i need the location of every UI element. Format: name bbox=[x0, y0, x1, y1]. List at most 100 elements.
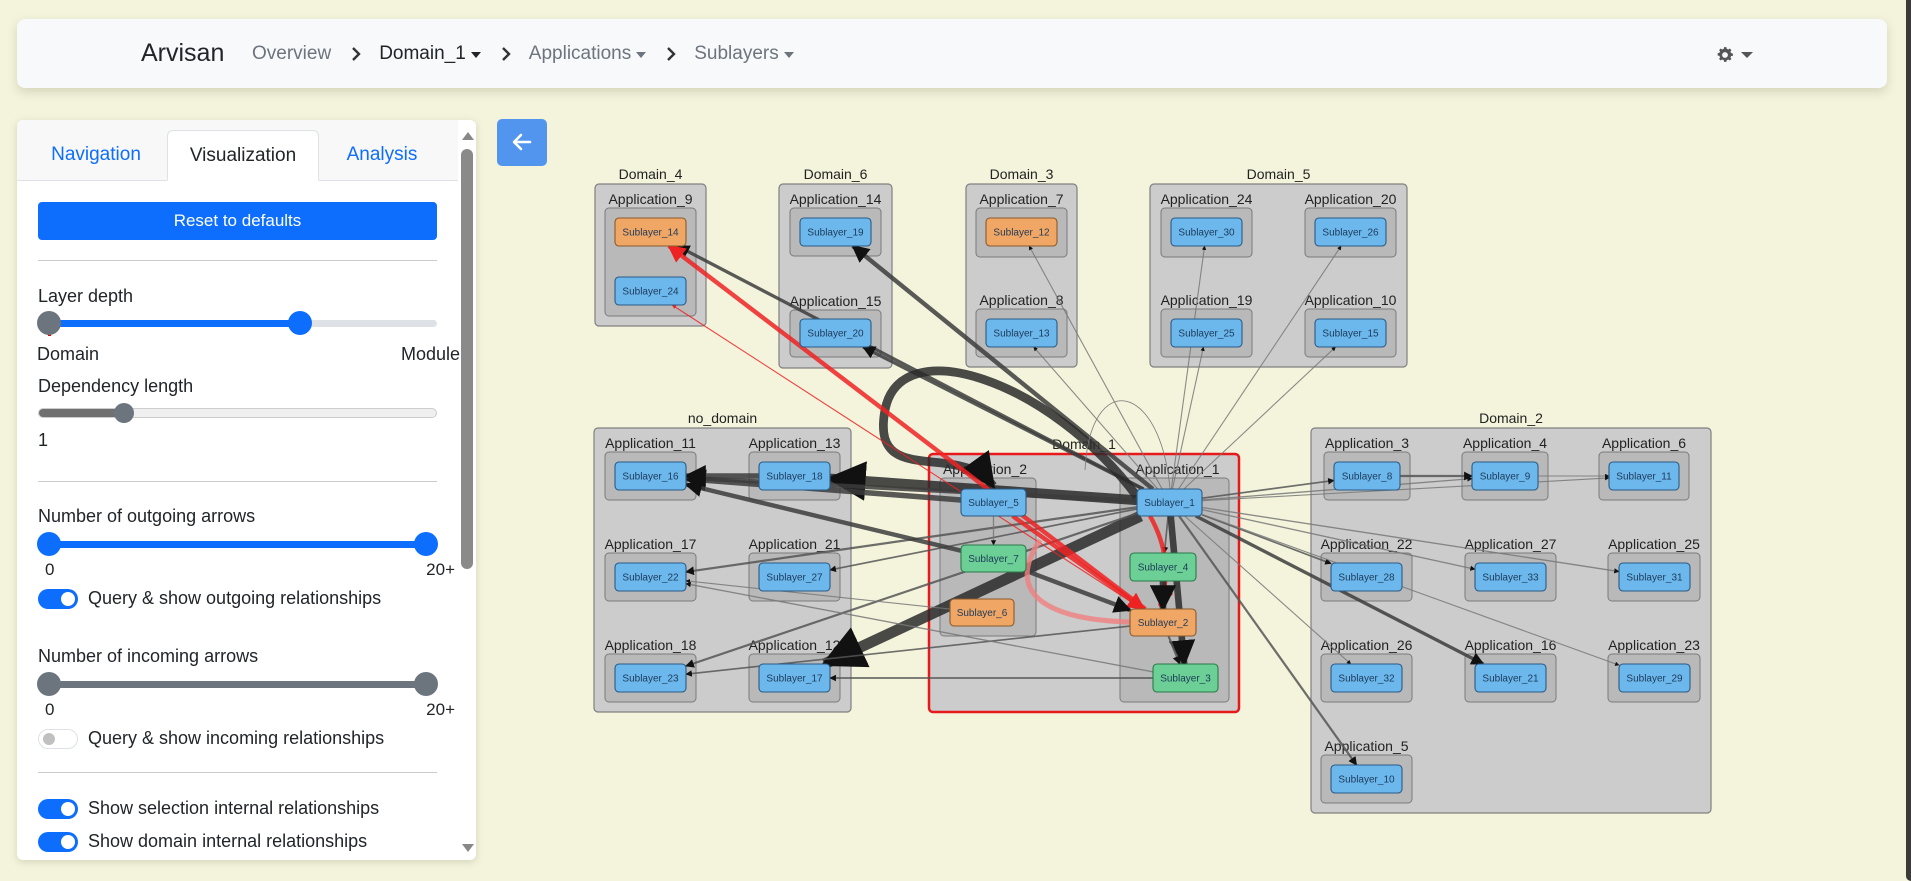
application-box[interactable] bbox=[789, 207, 882, 257]
application-box[interactable] bbox=[1598, 451, 1690, 501]
breadcrumb-sublayers-dropdown[interactable]: Sublayers bbox=[694, 43, 794, 65]
sublayer-node[interactable]: Sublayer_29 bbox=[1618, 663, 1691, 693]
sublayer-node[interactable]: Sublayer_27 bbox=[758, 562, 831, 592]
application-box[interactable] bbox=[1464, 552, 1557, 602]
outgoing-min-handle[interactable] bbox=[37, 532, 61, 556]
application-box[interactable] bbox=[604, 653, 697, 703]
sublayer-node[interactable]: Sublayer_9 bbox=[1471, 461, 1539, 491]
sublayer-node[interactable]: Sublayer_18 bbox=[758, 461, 831, 491]
sublayer-node[interactable]: Sublayer_19 bbox=[799, 217, 872, 247]
sublayer-node[interactable]: Sublayer_20 bbox=[799, 318, 872, 348]
sublayer-node[interactable]: Sublayer_22 bbox=[614, 562, 687, 592]
application-box[interactable] bbox=[1160, 308, 1253, 358]
domain-box[interactable] bbox=[1149, 183, 1408, 368]
sublayer-node[interactable]: Sublayer_8 bbox=[1333, 461, 1401, 491]
sublayer-node[interactable]: Sublayer_21 bbox=[1474, 663, 1547, 693]
brand-logo[interactable]: Arvisan bbox=[141, 19, 224, 88]
application-box[interactable] bbox=[1461, 451, 1549, 501]
sublayer-node[interactable]: Sublayer_31 bbox=[1618, 562, 1691, 592]
application-box[interactable] bbox=[1304, 308, 1397, 358]
sublayer-node[interactable]: Sublayer_23 bbox=[614, 663, 687, 693]
domain-box[interactable] bbox=[593, 427, 852, 713]
sublayer-node[interactable]: Sublayer_3 bbox=[1152, 663, 1219, 693]
sublayer-node[interactable]: Sublayer_33 bbox=[1474, 562, 1547, 592]
scroll-down-arrow-icon[interactable] bbox=[462, 844, 474, 852]
application-box[interactable] bbox=[1320, 754, 1413, 804]
sublayer-node[interactable]: Sublayer_14 bbox=[614, 217, 687, 247]
application-box[interactable] bbox=[1607, 552, 1701, 602]
application-box[interactable] bbox=[1160, 207, 1253, 258]
sublayer-node[interactable]: Sublayer_28 bbox=[1330, 562, 1403, 592]
reset-to-defaults-button[interactable]: Reset to defaults bbox=[38, 202, 437, 240]
application-box[interactable] bbox=[748, 552, 841, 602]
sublayer-node[interactable]: Sublayer_1 bbox=[1136, 488, 1203, 517]
gear-icon[interactable] bbox=[1715, 45, 1735, 65]
sublayer-node[interactable]: Sublayer_25 bbox=[1170, 318, 1243, 348]
sublayer-node[interactable]: Sublayer_5 bbox=[960, 488, 1027, 517]
selection-internal-toggle[interactable] bbox=[38, 799, 78, 819]
dependency-length-slider[interactable] bbox=[38, 408, 437, 418]
layer-depth-slider[interactable] bbox=[38, 320, 437, 327]
outgoing-relationships-toggle[interactable] bbox=[38, 589, 78, 609]
outgoing-arrows-slider[interactable] bbox=[38, 541, 437, 548]
application-box[interactable] bbox=[604, 451, 697, 501]
domain-box[interactable] bbox=[778, 183, 893, 369]
application-box[interactable] bbox=[789, 309, 882, 358]
sublayer-node[interactable]: Sublayer_24 bbox=[614, 276, 687, 306]
back-button[interactable] bbox=[497, 119, 547, 166]
application-box[interactable] bbox=[1464, 653, 1557, 703]
domain-internal-toggle[interactable] bbox=[38, 832, 78, 852]
sublayer-node[interactable]: Sublayer_26 bbox=[1314, 217, 1387, 247]
application-box[interactable] bbox=[1320, 653, 1413, 703]
layer-depth-max-handle[interactable] bbox=[288, 311, 313, 335]
sublayer-node[interactable]: Sublayer_6 bbox=[949, 598, 1015, 627]
application-box[interactable] bbox=[748, 451, 841, 501]
sublayer-node[interactable]: Sublayer_2 bbox=[1129, 608, 1197, 637]
tab-analysis[interactable]: Analysis bbox=[319, 130, 445, 181]
domain-label: no_domain bbox=[688, 410, 757, 426]
domain-box[interactable] bbox=[594, 183, 707, 327]
scroll-up-arrow-icon[interactable] bbox=[462, 132, 474, 140]
settings-caret-icon[interactable] bbox=[1741, 52, 1753, 58]
layer-depth-min-handle[interactable] bbox=[37, 311, 61, 335]
incoming-max-handle[interactable] bbox=[414, 672, 438, 696]
application-box[interactable] bbox=[975, 207, 1068, 258]
tab-visualization[interactable]: Visualization bbox=[167, 130, 319, 181]
breadcrumb-overview[interactable]: Overview bbox=[252, 43, 331, 65]
sublayer-node[interactable]: Sublayer_15 bbox=[1314, 318, 1387, 348]
application-box[interactable] bbox=[1304, 207, 1397, 258]
application-box[interactable] bbox=[748, 653, 841, 703]
sublayer-node[interactable]: Sublayer_17 bbox=[758, 663, 831, 693]
sublayer-node[interactable]: Sublayer_30 bbox=[1170, 217, 1243, 247]
sublayer-node-label: Sublayer_29 bbox=[1626, 674, 1683, 685]
sublayer-node[interactable]: Sublayer_13 bbox=[985, 318, 1058, 348]
sublayer-node[interactable]: Sublayer_11 bbox=[1608, 461, 1680, 491]
application-box[interactable] bbox=[1323, 451, 1411, 501]
breadcrumb-applications-dropdown[interactable]: Applications bbox=[529, 43, 647, 65]
application-label: Application_13 bbox=[749, 435, 841, 451]
sublayer-node[interactable]: Sublayer_16 bbox=[614, 461, 687, 491]
outgoing-max-handle[interactable] bbox=[414, 532, 438, 556]
application-box[interactable] bbox=[604, 552, 697, 602]
incoming-min-handle[interactable] bbox=[37, 672, 61, 696]
sublayer-node[interactable]: Sublayer_32 bbox=[1330, 663, 1403, 693]
application-box[interactable] bbox=[1607, 653, 1701, 703]
application-box[interactable] bbox=[604, 207, 697, 317]
sublayer-node[interactable]: Sublayer_12 bbox=[985, 217, 1058, 247]
sidebar-scrollbar[interactable] bbox=[461, 149, 473, 569]
domain-box[interactable] bbox=[965, 183, 1078, 368]
dependency-length-handle[interactable] bbox=[114, 403, 135, 423]
sublayer-node[interactable]: Sublayer_10 bbox=[1330, 764, 1403, 794]
application-box[interactable] bbox=[1320, 552, 1413, 602]
tab-navigation[interactable]: Navigation bbox=[25, 130, 167, 181]
incoming-arrows-slider[interactable] bbox=[38, 681, 437, 688]
breadcrumb-domain-dropdown[interactable]: Domain_1 bbox=[379, 43, 481, 65]
application-box[interactable] bbox=[1119, 477, 1230, 703]
application-box[interactable] bbox=[939, 477, 1037, 637]
domain-box[interactable] bbox=[927, 452, 1241, 714]
incoming-relationships-toggle[interactable] bbox=[38, 729, 78, 749]
application-box[interactable] bbox=[975, 308, 1068, 358]
sublayer-node[interactable]: Sublayer_7 bbox=[960, 544, 1027, 573]
domain-box[interactable] bbox=[1310, 427, 1712, 814]
sublayer-node[interactable]: Sublayer_4 bbox=[1129, 552, 1197, 582]
